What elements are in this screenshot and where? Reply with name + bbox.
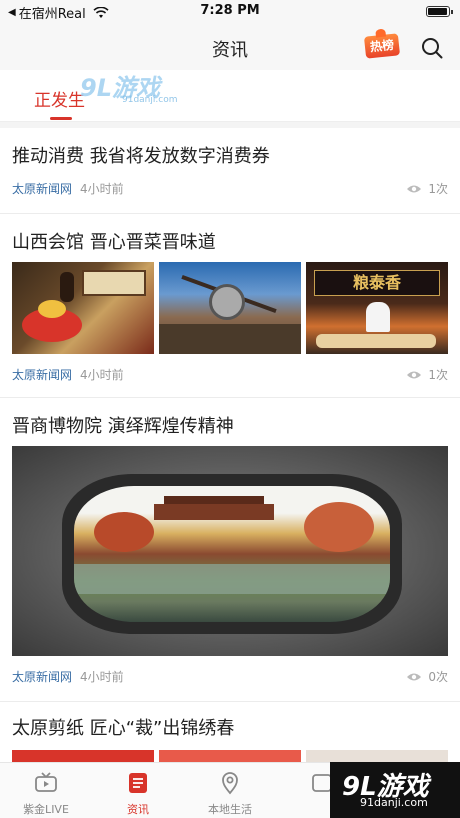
eye-icon xyxy=(407,673,422,680)
tab-local-life[interactable]: 本地生活 xyxy=(184,763,276,818)
active-tab-indicator xyxy=(50,117,72,120)
article-source: 太原新闻网 xyxy=(12,670,73,684)
article-meta: 太原新闻网 4小时前 xyxy=(12,180,124,197)
article-title: 推动消费 我省将发放数字消费券 xyxy=(12,146,270,167)
tab-label: 紫金LIVE xyxy=(23,803,69,816)
nav-bar: 资讯 热榜 xyxy=(0,24,460,70)
article-title: 晋商博物院 演绎辉煌传精神 xyxy=(12,416,234,437)
view-count-text: 1次 xyxy=(428,182,448,196)
hot-list-button[interactable]: 热榜 xyxy=(363,33,401,59)
view-count-text: 0次 xyxy=(428,670,448,684)
article-cover-image xyxy=(12,446,448,656)
watermark-logo: 9L游戏 91danji.com xyxy=(80,68,180,108)
tab-label: 资讯 xyxy=(127,803,149,816)
news-list-icon xyxy=(129,773,147,793)
tab-news[interactable]: 资讯 xyxy=(92,763,184,818)
eye-icon xyxy=(407,185,422,192)
article-time: 4小时前 xyxy=(80,368,124,382)
article-source: 太原新闻网 xyxy=(12,182,73,196)
article-item[interactable]: 推动消费 我省将发放数字消费券 太原新闻网 4小时前 1次 xyxy=(0,128,460,214)
clock: 7:28 PM xyxy=(200,3,260,18)
battery-icon xyxy=(426,6,453,17)
article-meta: 太原新闻网 4小时前 xyxy=(12,366,124,383)
article-title: 太原剪纸 匠心“裁”出锦绣春 xyxy=(12,718,235,739)
search-icon[interactable] xyxy=(420,36,444,60)
view-count: 1次 xyxy=(406,366,448,383)
tab-zhengfasheng[interactable]: 正发生 xyxy=(34,86,85,111)
watermark-url: 91danji.com xyxy=(122,95,178,105)
article-image-row: 粮泰香 xyxy=(0,262,460,354)
channel-tabs: 正发生 xyxy=(0,70,460,122)
article-item[interactable]: 太原剪纸 匠心“裁”出锦绣春 xyxy=(0,702,460,766)
view-count: 1次 xyxy=(406,180,448,197)
restaurant-sign: 粮泰香 xyxy=(314,270,440,296)
view-count-text: 1次 xyxy=(428,368,448,382)
eye-icon xyxy=(407,371,422,378)
location-pin-icon xyxy=(222,772,238,795)
watermark-url: 91danji.com xyxy=(360,796,428,809)
article-thumbnail xyxy=(159,262,301,354)
tv-icon xyxy=(35,772,57,792)
article-item[interactable]: 山西会馆 晋心晋菜晋味道 粮泰香 太原新闻网 4小时前 1次 xyxy=(0,214,460,398)
status-bar: ◀ 在宿州Real 7:28 PM xyxy=(0,0,460,24)
article-thumbnail: 粮泰香 xyxy=(306,262,448,354)
watermark-badge: 9L游戏 91danji.com xyxy=(330,762,460,818)
article-time: 4小时前 xyxy=(80,182,124,196)
article-title: 山西会馆 晋心晋菜晋味道 xyxy=(12,232,216,253)
article-meta: 太原新闻网 4小时前 xyxy=(12,668,124,685)
tab-label: 本地生活 xyxy=(208,803,252,816)
article-thumbnail xyxy=(12,262,154,354)
tab-zijin-live[interactable]: 紫金LIVE xyxy=(0,763,92,818)
view-count: 0次 xyxy=(406,668,448,685)
article-item[interactable]: 晋商博物院 演绎辉煌传精神 太原新闻网 4小时前 0次 xyxy=(0,398,460,702)
article-time: 4小时前 xyxy=(80,670,124,684)
article-source: 太原新闻网 xyxy=(12,368,73,382)
